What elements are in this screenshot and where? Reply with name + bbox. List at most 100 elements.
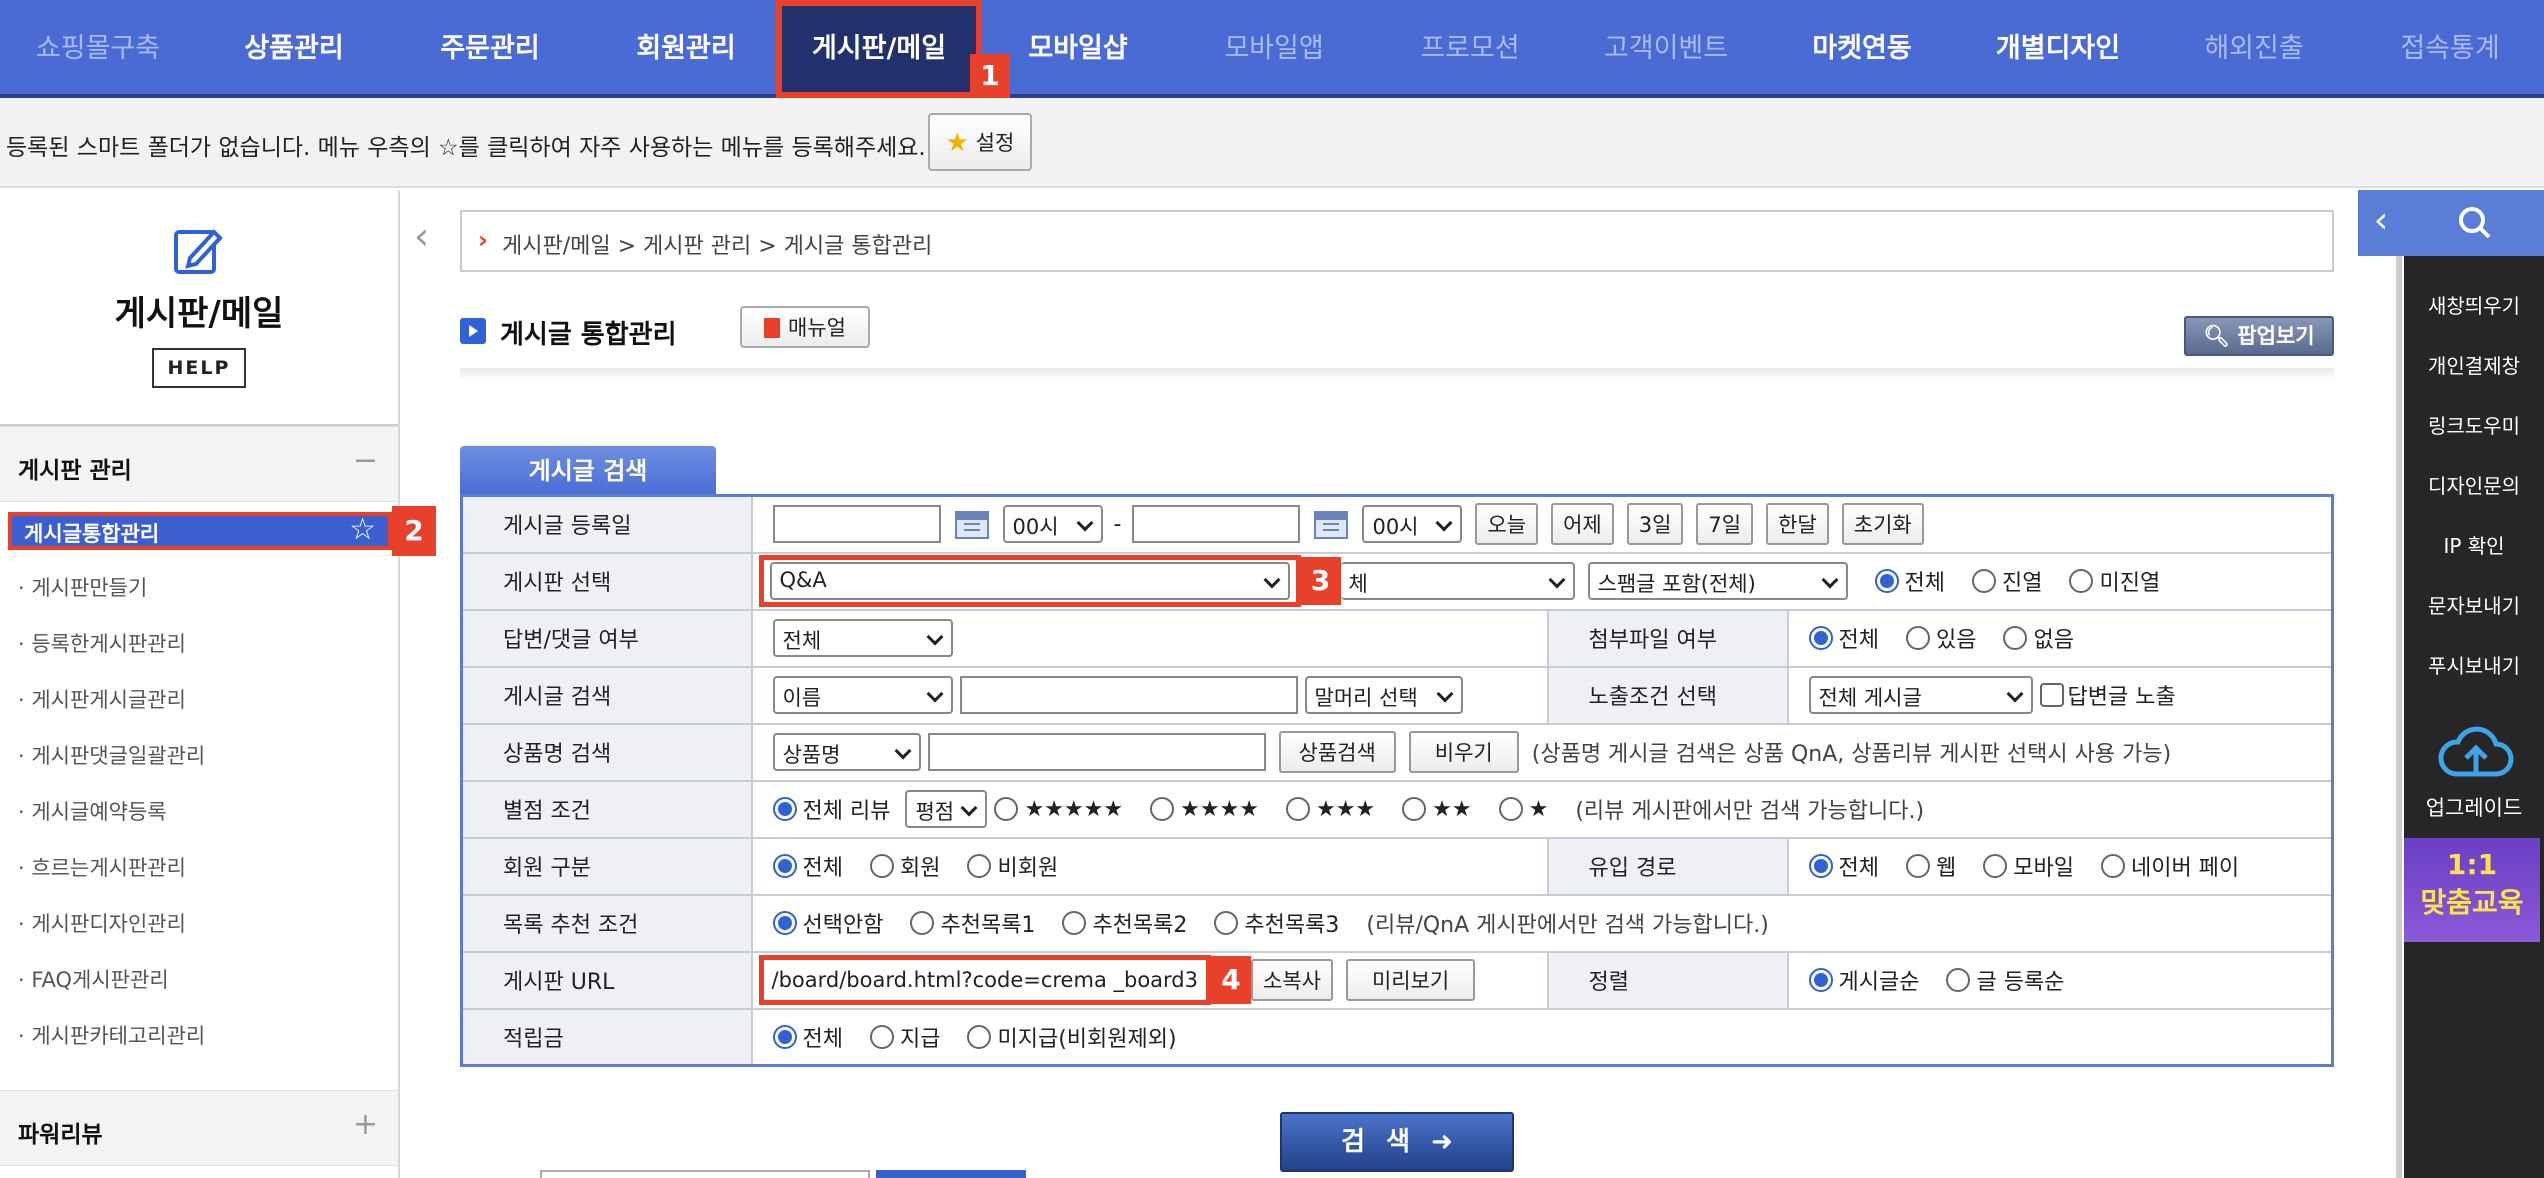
sidebar-item[interactable]: · 게시글예약등록 [18, 796, 167, 826]
design-inquiry-link[interactable]: 디자인문의 [2404, 470, 2544, 499]
recommend-1-radio[interactable] [910, 911, 935, 935]
copy-button[interactable]: 소복사 [1251, 959, 1333, 1001]
nav-customer-event[interactable]: 고객이벤트 [1604, 0, 1728, 98]
nav-members[interactable]: 회원관리 [636, 0, 735, 98]
3days-button[interactable]: 3일 [1626, 503, 1684, 546]
nav-orders[interactable]: 주문관리 [440, 0, 539, 98]
recommend-2-radio[interactable] [1062, 911, 1087, 935]
search-field-select[interactable]: 이름 [772, 676, 953, 714]
board-select[interactable]: Q&A [769, 562, 1290, 600]
today-button[interactable]: 오늘 [1475, 503, 1539, 546]
nav-promotion[interactable]: 프로모션 [1420, 0, 1519, 98]
member-radio[interactable] [869, 854, 894, 878]
start-date-input[interactable] [772, 505, 941, 544]
sidebar-item[interactable]: · 게시판만들기 [18, 572, 147, 602]
sidebar-item[interactable]: · 게시판카테고리관리 [18, 1020, 205, 1050]
sidebar-section-board[interactable]: 게시판 관리 − [0, 426, 398, 502]
1month-button[interactable]: 한달 [1766, 503, 1829, 546]
nav-market-link[interactable]: 마켓연동 [1812, 0, 1911, 98]
search-keyword-input[interactable] [959, 676, 1298, 714]
sidebar-item[interactable]: · 등록한게시판관리 [18, 628, 186, 658]
points-all-radio[interactable] [772, 1024, 797, 1049]
setting-button[interactable]: ★ 설정 [928, 113, 1032, 171]
education-banner[interactable]: 1:1 맞춤교육 [2404, 838, 2540, 942]
inflow-web-radio[interactable] [1905, 854, 1930, 878]
calendar-icon[interactable] [1313, 508, 1349, 540]
sidebar-item[interactable]: · 흐르는게시판관리 [18, 852, 186, 882]
nav-mobile-app[interactable]: 모바일앱 [1224, 0, 1323, 98]
recommend-3-radio[interactable] [1214, 911, 1239, 935]
sms-link[interactable]: 문자보내기 [2404, 590, 2544, 619]
inflow-mobile-radio[interactable] [1983, 854, 2008, 878]
rating-5-radio[interactable] [994, 797, 1019, 821]
reply-select[interactable]: 전체 [772, 619, 953, 657]
rating-2-radio[interactable] [1402, 797, 1427, 821]
personal-payment-link[interactable]: 개인결제창 [2404, 350, 2544, 379]
rating-4-radio[interactable] [1150, 797, 1175, 821]
reset-button[interactable]: 초기화 [1841, 503, 1924, 546]
7days-button[interactable]: 7일 [1696, 503, 1754, 546]
display-all-radio[interactable] [1874, 569, 1899, 593]
end-hour-select[interactable]: 00시 [1362, 505, 1463, 544]
points-paid-radio[interactable] [869, 1024, 894, 1049]
yesterday-button[interactable]: 어제 [1551, 503, 1614, 546]
product-field-select[interactable]: 상품명 [772, 733, 921, 771]
rating-select[interactable]: 평점 [905, 790, 988, 828]
recommend-none-radio[interactable] [772, 911, 797, 935]
manual-button[interactable]: 매뉴얼 [740, 306, 870, 348]
sidebar-section-power-review[interactable]: 파워리뷰 + [0, 1090, 398, 1166]
nav-shopping-mall[interactable]: 쇼핑몰구축 [36, 0, 160, 98]
attach-yes-radio[interactable] [1905, 626, 1930, 650]
nav-custom-design[interactable]: 개별디자인 [1996, 0, 2120, 98]
sidebar-item[interactable]: · 게시판댓글일괄관리 [18, 740, 205, 770]
preview-button[interactable]: 미리보기 [1345, 959, 1476, 1001]
nav-mobile-shop[interactable]: 모바일샵 [1028, 0, 1127, 98]
inflow-naverpay-radio[interactable] [2100, 854, 2125, 878]
member-all-radio[interactable] [772, 854, 797, 878]
clear-button[interactable]: 비우기 [1408, 731, 1519, 773]
sidebar-item[interactable]: · 게시판디자인관리 [18, 908, 186, 938]
favorite-star-icon[interactable]: ☆ [349, 512, 376, 547]
reply-show-checkbox[interactable] [2039, 683, 2064, 707]
calendar-icon[interactable] [954, 508, 990, 540]
board-url-field[interactable]: /board/board.html?code=crema _board3 [758, 955, 1211, 1005]
rating-1-radio[interactable] [1498, 797, 1523, 821]
rating-3-radio[interactable] [1285, 797, 1310, 821]
rating-all-radio[interactable] [772, 797, 797, 821]
new-window-link[interactable]: 새창띄우기 [2404, 290, 2544, 319]
nav-stats[interactable]: 접속통계 [2400, 0, 2499, 98]
product-keyword-input[interactable] [927, 733, 1266, 771]
attach-all-radio[interactable] [1808, 626, 1833, 650]
points-unpaid-radio[interactable] [967, 1024, 992, 1049]
sort-date-radio[interactable] [1946, 968, 1971, 992]
upgrade-link[interactable]: 업그레이드 [2404, 792, 2544, 822]
push-link[interactable]: 푸시보내기 [2404, 650, 2544, 679]
link-helper-link[interactable]: 링크도우미 [2404, 410, 2544, 439]
nonmember-radio[interactable] [967, 854, 992, 878]
spam-select[interactable]: 스팸글 포함(전체) [1587, 562, 1848, 600]
exposure-select[interactable]: 전체 게시글 [1808, 676, 2033, 714]
ip-check-link[interactable]: IP 확인 [2404, 530, 2544, 559]
nav-products[interactable]: 상품관리 [244, 0, 343, 98]
display-off-radio[interactable] [2069, 569, 2094, 593]
collapse-panel-button[interactable]: ‹ [2358, 190, 2404, 256]
nav-overseas[interactable]: 해외진출 [2204, 0, 2303, 98]
start-hour-select[interactable]: 00시 [1002, 505, 1103, 544]
sort-post-radio[interactable] [1808, 968, 1833, 992]
product-search-button[interactable]: 상품검색 [1278, 731, 1396, 773]
nav-board-mail[interactable]: 게시판/메일 [776, 0, 982, 98]
tab-post-search[interactable]: 게시글 검색 [460, 446, 716, 496]
help-button[interactable]: HELP [152, 348, 246, 388]
sidebar-item[interactable]: · FAQ게시판관리 [18, 964, 169, 994]
display-on-radio[interactable] [1971, 569, 1996, 593]
end-date-input[interactable] [1132, 505, 1301, 544]
back-chevron-icon[interactable]: ‹ [414, 214, 429, 258]
search-button[interactable]: 검 색 ➜ [1280, 1112, 1514, 1172]
quick-search-button[interactable] [2404, 190, 2544, 256]
sidebar-item-active[interactable]: 게시글통합관리 ☆ [8, 512, 392, 550]
attach-no-radio[interactable] [2003, 626, 2028, 650]
cloud-upload-icon[interactable] [2438, 724, 2514, 782]
popup-view-button[interactable]: 🔍︎ 팝업보기 [2184, 316, 2334, 356]
board-sub-select[interactable]: 체 [1340, 562, 1575, 600]
head-select[interactable]: 말머리 선택 [1304, 676, 1463, 714]
